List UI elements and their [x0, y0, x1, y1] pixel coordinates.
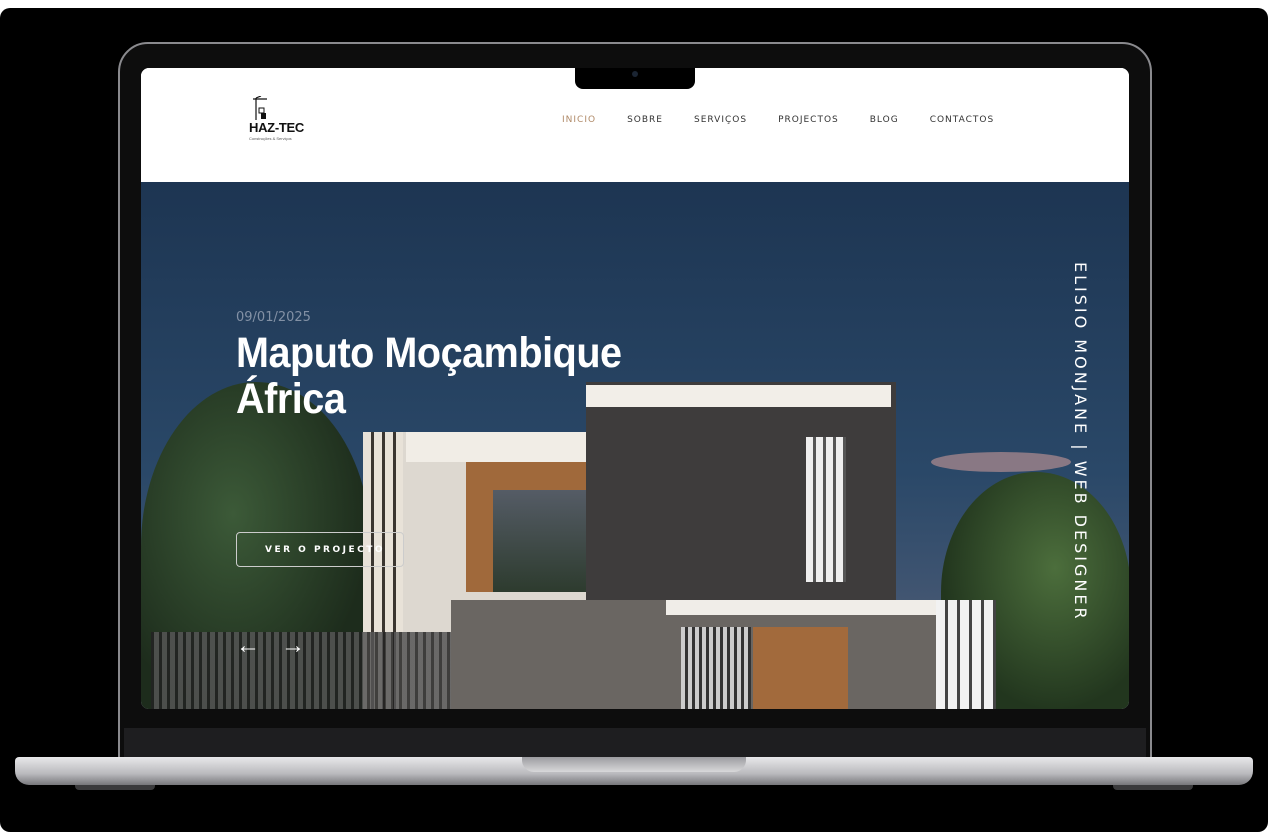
laptop-chin — [124, 728, 1146, 758]
nav-inicio[interactable]: INICIO — [562, 115, 596, 125]
designer-credit: ELISIO MONJANE | WEB DESIGNER — [1071, 262, 1090, 622]
website-screen: HAZ-TEC Construções & Serviços INICIO SO… — [141, 68, 1129, 709]
view-project-button[interactable]: VER O PROJECTO — [236, 532, 404, 567]
nav-sobre[interactable]: SOBRE — [627, 115, 663, 125]
hero-title-line2: África — [236, 375, 346, 423]
nav-blog[interactable]: BLOG — [870, 115, 899, 125]
laptop-foot — [1113, 785, 1193, 790]
hero-title-line1: Maputo Moçambique — [236, 329, 622, 377]
laptop-foot — [75, 785, 155, 790]
crane-icon — [253, 96, 267, 120]
hero-slider: 09/01/2025 Maputo Moçambique África VER O… — [141, 182, 1129, 709]
hero-title: Maputo Moçambique África — [236, 330, 622, 422]
arrow-left-icon[interactable]: ← — [236, 632, 260, 660]
logo[interactable]: HAZ-TEC Construções & Serviços — [249, 96, 319, 144]
camera-icon — [632, 71, 638, 77]
arrow-right-icon[interactable]: → — [281, 632, 305, 660]
nav-projectos[interactable]: PROJECTOS — [778, 115, 839, 125]
nav-servicos[interactable]: SERVIÇOS — [694, 115, 747, 125]
post-date: 09/01/2025 — [236, 310, 311, 325]
nav-contactos[interactable]: CONTACTOS — [930, 115, 994, 125]
laptop-groove — [522, 757, 746, 772]
camera-notch — [575, 68, 695, 89]
main-nav: INICIO SOBRE SERVIÇOS PROJECTOS BLOG CON… — [562, 115, 1025, 125]
logo-subtitle: Construções & Serviços — [249, 136, 292, 141]
logo-text: HAZ-TEC — [249, 120, 304, 135]
